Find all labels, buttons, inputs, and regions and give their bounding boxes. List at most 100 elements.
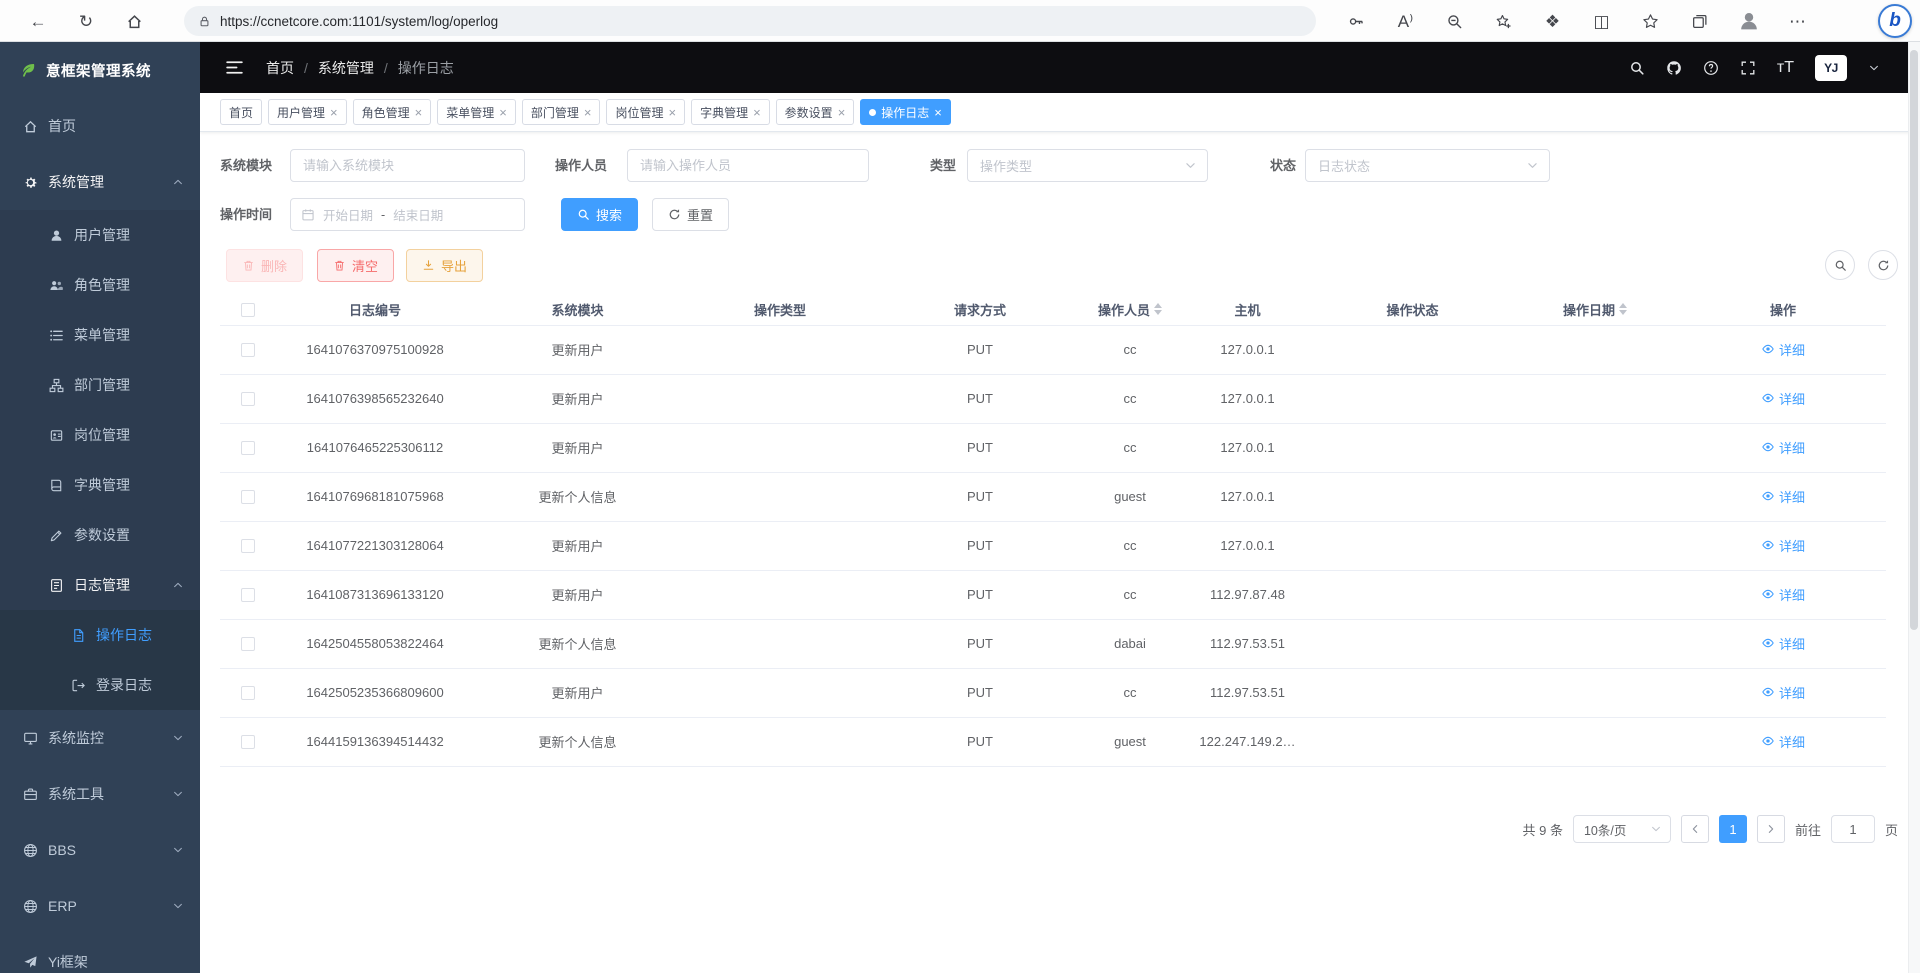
detail-link[interactable]: 详细 bbox=[1761, 634, 1805, 653]
sidebar-item-dept[interactable]: 部门管理 bbox=[0, 360, 200, 410]
type-select[interactable]: 操作类型 bbox=[967, 149, 1208, 182]
chevron-down-icon[interactable] bbox=[1868, 62, 1880, 74]
sidebar-item-tools[interactable]: 系统工具 bbox=[0, 766, 200, 822]
key-icon[interactable] bbox=[1332, 0, 1381, 42]
github-icon[interactable] bbox=[1666, 60, 1682, 76]
close-icon[interactable]: × bbox=[415, 106, 423, 119]
close-icon[interactable]: × bbox=[934, 106, 942, 119]
tab-菜单管理[interactable]: 菜单管理× bbox=[437, 99, 516, 125]
close-icon[interactable]: × bbox=[838, 106, 846, 119]
zoom-out-icon[interactable] bbox=[1430, 0, 1479, 42]
bing-icon[interactable]: b bbox=[1878, 4, 1912, 38]
tab-岗位管理[interactable]: 岗位管理× bbox=[606, 99, 685, 125]
tab-部门管理[interactable]: 部门管理× bbox=[522, 99, 601, 125]
sort-caret-icon[interactable] bbox=[1154, 303, 1162, 315]
sidebar-item-post[interactable]: 岗位管理 bbox=[0, 410, 200, 460]
sort-caret-icon[interactable] bbox=[1619, 303, 1627, 315]
close-icon[interactable]: × bbox=[330, 106, 338, 119]
row-checkbox[interactable] bbox=[241, 588, 255, 602]
date-range-input[interactable]: 开始日期 - 结束日期 bbox=[290, 198, 525, 231]
delete-button[interactable]: 删除 bbox=[226, 249, 303, 282]
page-number-1[interactable]: 1 bbox=[1719, 815, 1747, 843]
sidebar-item-loginlog[interactable]: 登录日志 bbox=[0, 660, 200, 710]
hamburger-icon[interactable] bbox=[225, 58, 244, 77]
user-avatar[interactable]: YJ bbox=[1815, 55, 1847, 81]
home-icon[interactable] bbox=[110, 0, 158, 42]
sidebar-item-user[interactable]: 用户管理 bbox=[0, 210, 200, 260]
collections-icon[interactable] bbox=[1675, 0, 1724, 42]
split-screen-icon[interactable]: ◫ bbox=[1577, 0, 1626, 42]
detail-link[interactable]: 详细 bbox=[1761, 683, 1805, 702]
tab-角色管理[interactable]: 角色管理× bbox=[353, 99, 432, 125]
detail-link[interactable]: 详细 bbox=[1761, 732, 1805, 751]
search-icon[interactable] bbox=[1825, 250, 1855, 280]
status-select[interactable]: 日志状态 bbox=[1305, 149, 1550, 182]
breadcrumb-item[interactable]: 系统管理 bbox=[318, 58, 374, 78]
font-size-icon[interactable]: тT bbox=[1777, 60, 1794, 76]
sidebar-item-yi[interactable]: Yi框架 bbox=[0, 934, 200, 973]
clear-button[interactable]: 清空 bbox=[317, 249, 394, 282]
breadcrumb-item[interactable]: 首页 bbox=[266, 58, 294, 78]
row-checkbox[interactable] bbox=[241, 343, 255, 357]
search-button[interactable]: 搜索 bbox=[561, 198, 638, 231]
profile-icon[interactable] bbox=[1724, 0, 1773, 42]
sidebar-item-menu[interactable]: 菜单管理 bbox=[0, 310, 200, 360]
prev-page-button[interactable] bbox=[1681, 815, 1709, 843]
module-input[interactable] bbox=[290, 149, 525, 182]
sidebar-item-erp[interactable]: ERP bbox=[0, 878, 200, 934]
tab-字典管理[interactable]: 字典管理× bbox=[691, 99, 770, 125]
sidebar-item-system[interactable]: 系统管理 bbox=[0, 154, 200, 210]
extensions-icon[interactable]: ❖ bbox=[1528, 0, 1577, 42]
tab-参数设置[interactable]: 参数设置× bbox=[776, 99, 855, 125]
page-scrollbar[interactable] bbox=[1908, 42, 1920, 973]
page-size-select[interactable]: 10条/页 bbox=[1573, 815, 1671, 843]
read-aloud-icon[interactable]: A⁾ bbox=[1381, 0, 1430, 42]
row-checkbox[interactable] bbox=[241, 490, 255, 504]
column-header[interactable]: 操作日期 bbox=[1510, 294, 1680, 325]
sidebar-item-monitor[interactable]: 系统监控 bbox=[0, 710, 200, 766]
detail-link[interactable]: 详细 bbox=[1761, 585, 1805, 604]
column-header[interactable]: 操作人员 bbox=[1080, 294, 1180, 325]
select-all-checkbox[interactable] bbox=[241, 303, 255, 317]
detail-link[interactable]: 详细 bbox=[1761, 487, 1805, 506]
operator-input[interactable] bbox=[627, 149, 869, 182]
close-icon[interactable]: × bbox=[584, 106, 592, 119]
detail-link[interactable]: 详细 bbox=[1761, 536, 1805, 555]
sidebar-item-param[interactable]: 参数设置 bbox=[0, 510, 200, 560]
detail-link[interactable]: 详细 bbox=[1761, 438, 1805, 457]
sidebar-item-dict[interactable]: 字典管理 bbox=[0, 460, 200, 510]
search-icon[interactable] bbox=[1629, 60, 1645, 76]
address-bar[interactable]: https://ccnetcore.com:1101/system/log/op… bbox=[184, 6, 1316, 36]
next-page-button[interactable] bbox=[1757, 815, 1785, 843]
close-icon[interactable]: × bbox=[499, 106, 507, 119]
row-checkbox[interactable] bbox=[241, 686, 255, 700]
row-checkbox[interactable] bbox=[241, 392, 255, 406]
sidebar-item-log[interactable]: 日志管理 bbox=[0, 560, 200, 610]
row-checkbox[interactable] bbox=[241, 539, 255, 553]
scrollbar-thumb[interactable] bbox=[1910, 50, 1918, 630]
favorites-icon[interactable] bbox=[1626, 0, 1675, 42]
row-checkbox[interactable] bbox=[241, 637, 255, 651]
sidebar-item-operlog[interactable]: 操作日志 bbox=[0, 610, 200, 660]
fullscreen-icon[interactable] bbox=[1740, 60, 1756, 76]
more-icon[interactable]: ⋯ bbox=[1773, 0, 1822, 42]
reset-button[interactable]: 重置 bbox=[652, 198, 729, 231]
tab-用户管理[interactable]: 用户管理× bbox=[268, 99, 347, 125]
close-icon[interactable]: × bbox=[668, 106, 676, 119]
help-icon[interactable] bbox=[1703, 60, 1719, 76]
favorite-add-icon[interactable] bbox=[1479, 0, 1528, 42]
detail-link[interactable]: 详细 bbox=[1761, 340, 1805, 359]
sidebar-item-role[interactable]: 角色管理 bbox=[0, 260, 200, 310]
export-button[interactable]: 导出 bbox=[406, 249, 483, 282]
tab-操作日志[interactable]: 操作日志× bbox=[860, 99, 951, 125]
detail-link[interactable]: 详细 bbox=[1761, 389, 1805, 408]
refresh-icon[interactable]: ↻ bbox=[62, 0, 110, 42]
back-icon[interactable]: ← bbox=[14, 0, 62, 42]
sidebar-item-bbs[interactable]: BBS bbox=[0, 822, 200, 878]
row-checkbox[interactable] bbox=[241, 441, 255, 455]
goto-page-input[interactable] bbox=[1831, 815, 1875, 843]
close-icon[interactable]: × bbox=[753, 106, 761, 119]
tab-首页[interactable]: 首页 bbox=[220, 99, 262, 125]
refresh-icon[interactable] bbox=[1868, 250, 1898, 280]
row-checkbox[interactable] bbox=[241, 735, 255, 749]
